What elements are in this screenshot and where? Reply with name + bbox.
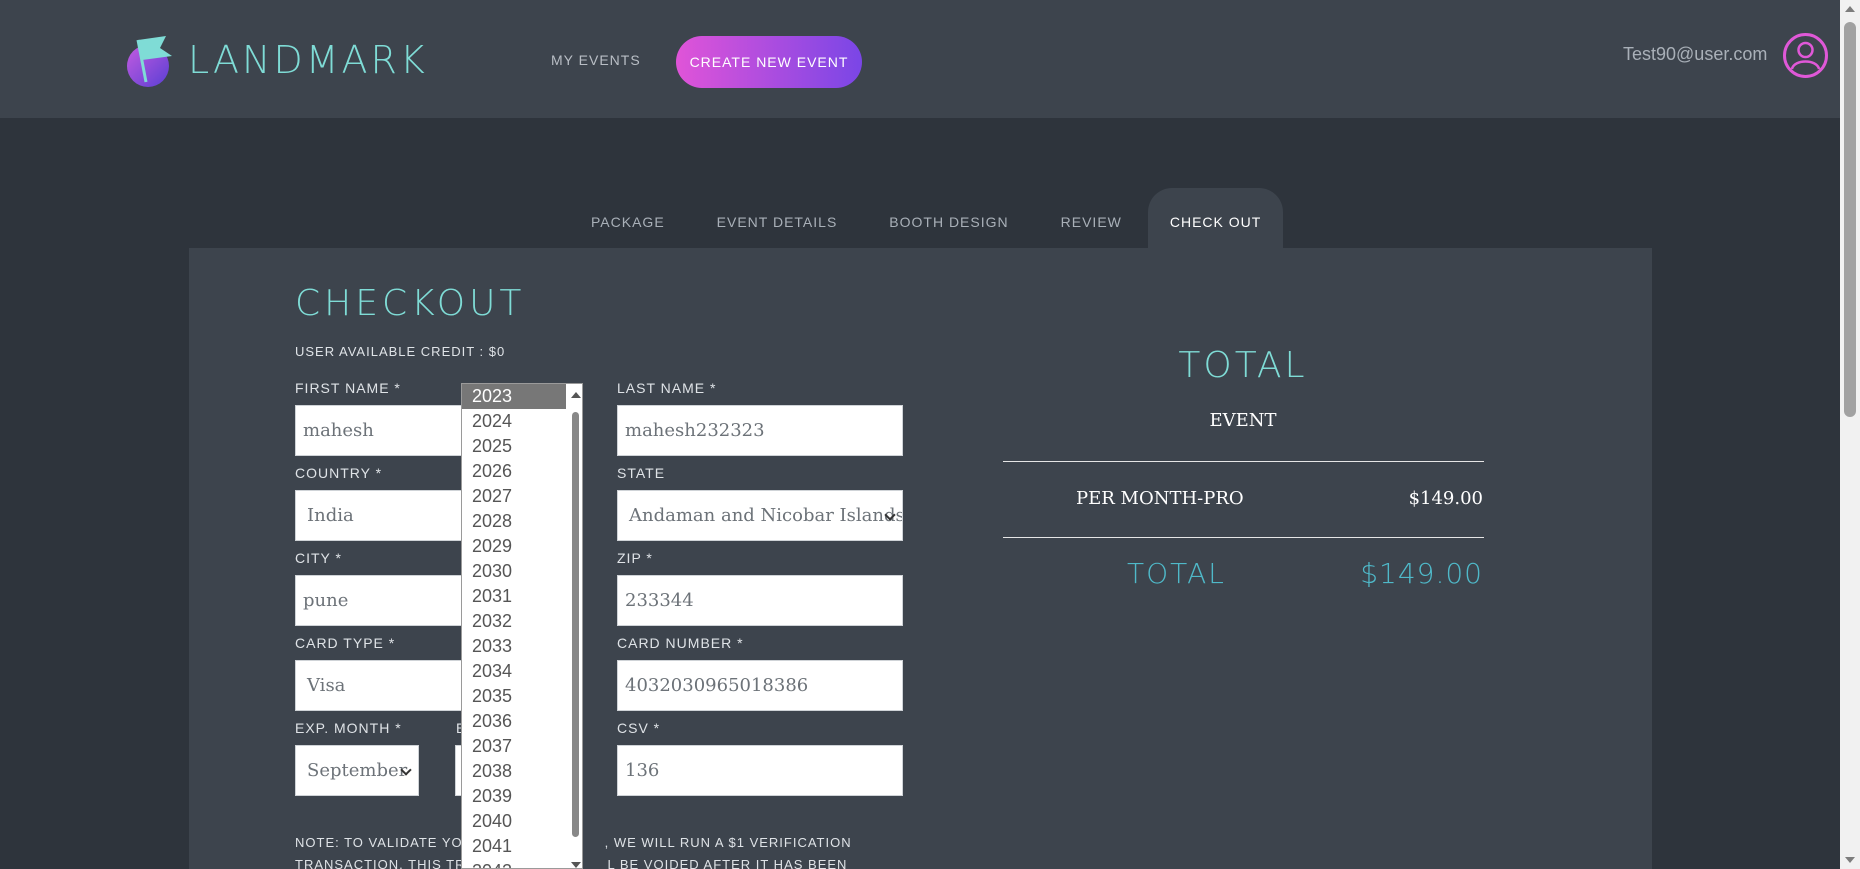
dropdown-scroll-thumb[interactable] <box>572 412 579 837</box>
last-name-label: LAST NAME * <box>617 380 717 396</box>
card-number-input[interactable]: 4032030965018386 <box>617 660 903 711</box>
zip-input[interactable]: 233344 <box>617 575 903 626</box>
scroll-up-arrow-icon[interactable] <box>1845 6 1855 12</box>
exp-month-value: September <box>307 760 408 781</box>
year-option-selected[interactable]: 2023 <box>462 384 566 409</box>
city-label: CITY * <box>295 550 342 566</box>
year-option[interactable]: 2039 <box>462 784 566 809</box>
tab-package[interactable]: PACKAGE <box>565 188 691 248</box>
tab-review[interactable]: REVIEW <box>1035 188 1148 248</box>
scrollbar-thumb[interactable] <box>1844 22 1856 417</box>
user-avatar-icon[interactable] <box>1783 33 1828 78</box>
year-option[interactable]: 2038 <box>462 759 566 784</box>
summary-divider <box>1003 537 1484 538</box>
user-email[interactable]: Test90@user.com <box>1623 44 1767 65</box>
year-option[interactable]: 2032 <box>462 609 566 634</box>
exp-year-dropdown-list[interactable]: 2023 2024 2025 2026 2027 2028 2029 2030 … <box>461 383 583 869</box>
card-number-label: CARD NUMBER * <box>617 635 744 651</box>
summary-event-label: EVENT <box>1209 410 1277 431</box>
note-line1-start: NOTE: TO VALIDATE YO <box>295 835 463 850</box>
year-option[interactable]: 2033 <box>462 634 566 659</box>
nav-my-events[interactable]: MY EVENTS <box>551 52 641 68</box>
year-option[interactable]: 2025 <box>462 434 566 459</box>
wizard-tabs: PACKAGE EVENT DETAILS BOOTH DESIGN REVIE… <box>565 188 1284 248</box>
year-option[interactable]: 2035 <box>462 684 566 709</box>
year-options: 2023 2024 2025 2026 2027 2028 2029 2030 … <box>462 384 566 868</box>
page-title: CHECKOUT <box>295 283 526 324</box>
available-credit: USER AVAILABLE CREDIT : $0 <box>295 344 506 359</box>
country-label: COUNTRY * <box>295 465 383 481</box>
year-option[interactable]: 2041 <box>462 834 566 859</box>
csv-label: CSV * <box>617 720 661 736</box>
year-option[interactable]: 2037 <box>462 734 566 759</box>
grand-total-value: $149.00 <box>1360 557 1483 590</box>
verification-note: NOTE: TO VALIDATE YO , WE WILL RUN A $1 V… <box>295 832 905 869</box>
brand-name: LANDMARK <box>188 38 428 82</box>
year-option[interactable]: 2027 <box>462 484 566 509</box>
dropdown-scrollbar[interactable] <box>568 384 582 868</box>
tab-event-details[interactable]: EVENT DETAILS <box>691 188 864 248</box>
year-option[interactable]: 2030 <box>462 559 566 584</box>
tab-booth-design[interactable]: BOOTH DESIGN <box>863 188 1034 248</box>
country-value: India <box>307 505 354 526</box>
tab-check-out[interactable]: CHECK OUT <box>1147 188 1284 248</box>
card-type-label: CARD TYPE * <box>295 635 396 651</box>
grand-total-label: TOTAL <box>1127 557 1226 590</box>
zip-label: ZIP * <box>617 550 653 566</box>
year-option[interactable]: 2042 <box>462 859 566 868</box>
logo[interactable]: LANDMARK <box>126 30 428 90</box>
last-name-input[interactable]: mahesh232323 <box>617 405 903 456</box>
year-option[interactable]: 2034 <box>462 659 566 684</box>
year-option[interactable]: 2029 <box>462 534 566 559</box>
state-label: STATE <box>617 465 666 481</box>
dropdown-scroll-up-icon[interactable] <box>571 392 581 398</box>
year-option[interactable]: 2028 <box>462 509 566 534</box>
first-name-label: FIRST NAME * <box>295 380 401 396</box>
state-value: Andaman and Nicobar Islands <box>629 505 903 526</box>
card-type-value: Visa <box>307 675 346 696</box>
year-option[interactable]: 2040 <box>462 809 566 834</box>
exp-month-select[interactable]: September <box>295 745 419 796</box>
note-line1-end: , WE WILL RUN A $1 VERIFICATION <box>604 835 852 850</box>
line-item-price: $149.00 <box>1408 488 1483 509</box>
line-item-name: PER MONTH-PRO <box>1076 488 1244 509</box>
year-option[interactable]: 2024 <box>462 409 566 434</box>
page-scrollbar[interactable] <box>1840 0 1860 869</box>
summary-heading: TOTAL <box>1178 345 1308 386</box>
year-option[interactable]: 2026 <box>462 459 566 484</box>
state-select[interactable]: Andaman and Nicobar Islands <box>617 490 903 541</box>
csv-input[interactable]: 136 <box>617 745 903 796</box>
flag-logo-icon <box>126 32 180 88</box>
year-option[interactable]: 2036 <box>462 709 566 734</box>
summary-divider <box>1003 461 1484 462</box>
exp-month-label: EXP. MONTH * <box>295 720 402 736</box>
create-new-event-button[interactable]: CREATE NEW EVENT <box>676 36 862 88</box>
top-bar: LANDMARK MY EVENTS CREATE NEW EVENT Test… <box>0 0 1840 118</box>
note-line2-start: TRANSACTION. THIS TR <box>295 857 466 869</box>
dropdown-scroll-down-icon[interactable] <box>571 862 581 868</box>
scroll-down-arrow-icon[interactable] <box>1845 857 1855 863</box>
year-option[interactable]: 2031 <box>462 584 566 609</box>
